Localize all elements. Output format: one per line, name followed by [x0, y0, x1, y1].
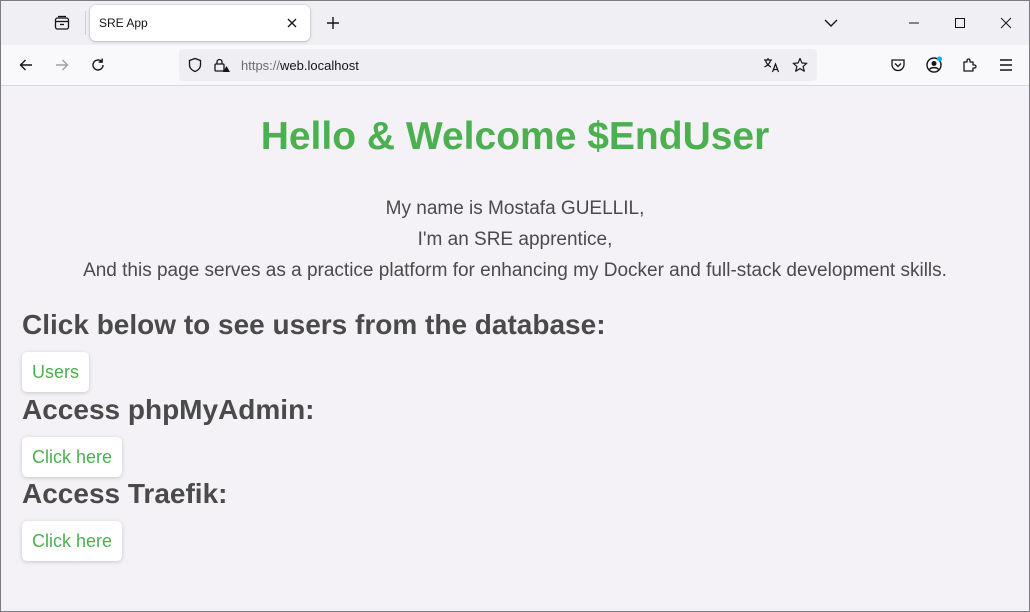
star-icon[interactable]	[790, 55, 810, 75]
browser-window: SRE App https://web.localhost Hello & We…	[0, 0, 1030, 612]
tab-sre-app[interactable]: SRE App	[90, 5, 310, 41]
extensions-button[interactable]	[955, 50, 985, 80]
chevron-down-icon	[824, 18, 838, 28]
tab-title: SRE App	[99, 16, 148, 30]
close-window-button[interactable]	[983, 1, 1029, 45]
shield-icon[interactable]	[185, 55, 205, 75]
tab-close-button[interactable]	[282, 13, 302, 33]
url-text: https://web.localhost	[241, 58, 359, 73]
translate-icon[interactable]	[762, 55, 782, 75]
intro-line: My name is Mostafa GUELLIL,	[385, 198, 645, 219]
firefox-view-icon	[54, 15, 70, 31]
forward-button[interactable]	[47, 50, 77, 80]
close-icon	[1000, 17, 1012, 29]
pocket-button[interactable]	[883, 50, 913, 80]
new-tab-button[interactable]	[319, 9, 347, 37]
reload-button[interactable]	[83, 50, 113, 80]
maximize-icon	[954, 17, 966, 29]
hamburger-menu-icon	[998, 58, 1014, 72]
back-arrow-icon	[18, 57, 34, 73]
firefox-view-button[interactable]	[45, 7, 79, 39]
page-title: Hello & Welcome $EndUser	[260, 115, 770, 158]
forward-arrow-icon	[54, 57, 70, 73]
lock-warning-icon[interactable]	[212, 55, 232, 75]
reload-icon	[90, 57, 106, 73]
list-all-tabs-button[interactable]	[817, 9, 845, 37]
intro-line: I'm an SRE apprentice,	[417, 229, 613, 250]
address-bar[interactable]: https://web.localhost	[179, 49, 817, 81]
plus-icon	[326, 16, 340, 30]
back-button[interactable]	[11, 50, 41, 80]
navigation-toolbar: https://web.localhost	[1, 45, 1029, 86]
pocket-icon	[890, 57, 906, 73]
tab-strip: SRE App	[1, 1, 1029, 45]
page-content: Hello & Welcome $EndUser My name is Most…	[1, 87, 1029, 611]
close-icon	[287, 18, 297, 28]
tab-divider	[85, 11, 86, 35]
minimize-button[interactable]	[891, 1, 937, 45]
traefik-section-heading: Access Traefik:	[22, 478, 228, 509]
minimize-icon	[908, 17, 920, 29]
users-button[interactable]: Users	[22, 352, 90, 392]
puzzle-icon	[962, 57, 978, 73]
users-section-heading: Click below to see users from the databa…	[22, 309, 606, 340]
url-scheme: https://	[241, 58, 281, 73]
intro-line: And this page serves as a practice platf…	[83, 260, 947, 281]
phpmyadmin-link-button[interactable]: Click here	[22, 437, 123, 477]
traefik-link-button[interactable]: Click here	[22, 521, 123, 561]
account-button[interactable]	[919, 50, 949, 80]
url-host: web.localhost	[280, 58, 359, 73]
phpmyadmin-section-heading: Access phpMyAdmin:	[22, 394, 315, 425]
app-menu-button[interactable]	[991, 50, 1021, 80]
account-icon	[925, 56, 943, 74]
intro-text: My name is Mostafa GUELLIL, I'm an SRE a…	[1, 193, 1029, 286]
maximize-button[interactable]	[937, 1, 983, 45]
